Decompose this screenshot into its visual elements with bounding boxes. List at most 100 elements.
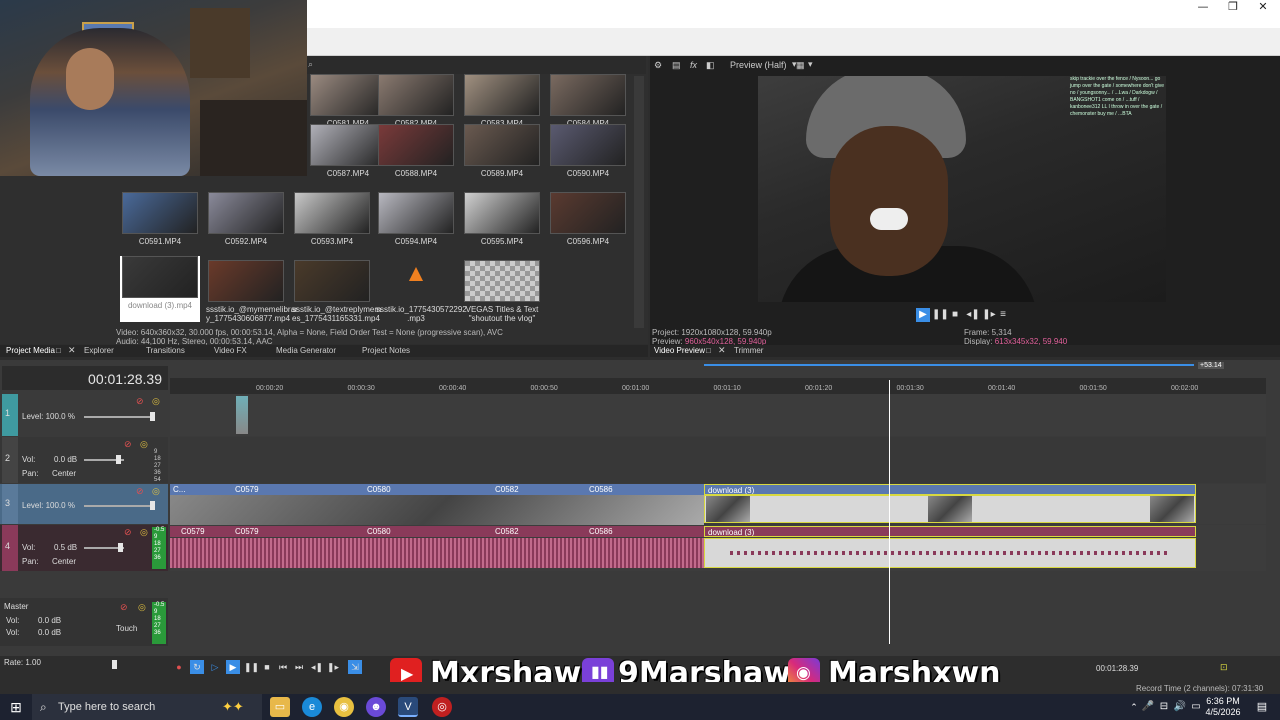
video-thumbnails[interactable]	[170, 495, 704, 525]
discord-icon[interactable]: ☻	[366, 697, 386, 717]
window-icon[interactable]: □	[706, 346, 711, 355]
record-button[interactable]: ●	[172, 660, 186, 674]
media-thumbnail[interactable]: ▲ ssstik.io_1775430572292 .mp3	[376, 260, 467, 324]
fx-icon[interactable]: fx	[690, 60, 697, 70]
track-lane-1[interactable]	[170, 394, 1266, 436]
window-icon[interactable]: □	[56, 346, 61, 355]
audio-waveform[interactable]	[170, 538, 704, 568]
media-thumbnail[interactable]: C0588.MP4	[376, 124, 456, 188]
stop-button[interactable]: ■	[260, 660, 274, 674]
notifications-icon[interactable]: ▤	[1252, 697, 1272, 717]
edge-icon[interactable]: e	[302, 697, 322, 717]
media-thumbnail[interactable]: ssstik.io_@mymemelibrar y_1775430606877.…	[206, 260, 298, 324]
restore-button[interactable]: ❐	[1216, 0, 1250, 20]
media-thumbnail[interactable]: VEGAS Titles & Text "shoutout the vlog"	[462, 260, 542, 324]
playhead[interactable]	[889, 380, 890, 644]
pause-button[interactable]: ❚❚	[932, 308, 949, 322]
video-clip-label[interactable]: download (3)	[704, 484, 1196, 495]
tab-video-preview[interactable]: Video Preview	[654, 346, 705, 355]
thumbnail-caption: VEGAS Titles & Text "shoutout the vlog"	[465, 305, 539, 323]
properties-icon[interactable]: ▤	[672, 60, 681, 71]
stop-button[interactable]: ■	[948, 308, 962, 322]
timeline-ruler[interactable]: 00:00:20 00:00:30 00:00:40 00:00:50 00:01:00…	[170, 378, 1266, 394]
go-to-end-button[interactable]: ⏭	[292, 660, 306, 674]
mute-icon[interactable]: ⊘	[136, 486, 144, 497]
media-thumbnail[interactable]: C0595.MP4	[462, 192, 542, 256]
media-thumbnail[interactable]: C0591.MP4	[120, 192, 200, 256]
media-thumbnail[interactable]: C0589.MP4	[462, 124, 542, 188]
play-button[interactable]: ▶	[916, 308, 930, 322]
media-thumbnail[interactable]: ssstik.io_@textreplymem es_1775431165331…	[292, 260, 381, 324]
loop-end-marker[interactable]: +53.14	[1198, 362, 1224, 369]
mute-icon[interactable]: ⊘	[120, 602, 128, 613]
chrome-icon[interactable]: ◉	[334, 697, 354, 717]
preview-quality-select[interactable]: Preview (Half)	[730, 60, 787, 70]
media-thumbnail[interactable]: C0594.MP4	[376, 192, 456, 256]
media-thumbnail[interactable]: C0592.MP4	[206, 192, 286, 256]
snap-button[interactable]: ⇲	[348, 660, 362, 674]
taskbar-clock[interactable]: 6:36 PM 4/5/2026	[1200, 696, 1246, 718]
next-frame-button[interactable]: ❚▸	[326, 660, 340, 674]
play-from-start-button[interactable]: ▷	[208, 660, 222, 674]
search-icon[interactable]: ⌕	[308, 59, 313, 70]
track-lane-2[interactable]	[170, 437, 1266, 483]
close-tab-icon[interactable]: ✕	[718, 345, 726, 356]
split-screen-icon[interactable]: ◧	[706, 60, 715, 71]
sparkle-icon[interactable]: ✦✦	[222, 694, 244, 720]
level-slider-knob[interactable]	[150, 501, 155, 510]
prev-frame-button[interactable]: ◂❚	[310, 660, 324, 674]
solo-icon[interactable]: ◎	[152, 396, 160, 407]
automation-mode[interactable]: Touch	[116, 624, 137, 633]
solo-icon[interactable]: ◎	[138, 602, 146, 613]
play-button[interactable]: ▶	[226, 660, 240, 674]
menu-icon[interactable]: ≡	[996, 308, 1010, 322]
tab-explorer[interactable]: Explorer	[84, 346, 114, 355]
gear-icon[interactable]: ⚙	[654, 60, 662, 71]
audio-clip-label[interactable]: download (3)	[704, 526, 1196, 537]
mute-icon[interactable]: ⊘	[124, 439, 132, 450]
vegas-icon[interactable]: V	[398, 697, 418, 717]
tab-trimmer[interactable]: Trimmer	[734, 346, 763, 355]
vol-slider-knob[interactable]	[118, 543, 123, 552]
tab-video-fx[interactable]: Video FX	[214, 346, 247, 355]
title-clip[interactable]	[236, 396, 248, 434]
mute-icon[interactable]: ⊘	[124, 527, 132, 538]
windows-start-icon[interactable]: ⊞	[6, 697, 26, 717]
chevron-down-icon[interactable]: ▾	[808, 59, 813, 70]
level-slider-knob[interactable]	[150, 412, 155, 421]
media-scrollbar[interactable]	[634, 76, 644, 328]
mute-icon[interactable]: ⊘	[136, 396, 144, 407]
pause-button[interactable]: ❚❚	[244, 660, 259, 674]
tab-transitions[interactable]: Transitions	[146, 346, 185, 355]
solo-icon[interactable]: ◎	[140, 439, 148, 450]
solo-icon[interactable]: ◎	[152, 486, 160, 497]
level-slider[interactable]	[84, 505, 154, 507]
tab-project-notes[interactable]: Project Notes	[362, 346, 410, 355]
prev-frame-button[interactable]: ◂❚	[966, 308, 980, 322]
media-thumbnail[interactable]: C0590.MP4	[548, 124, 628, 188]
next-frame-button[interactable]: ❚▸	[982, 308, 996, 322]
taskbar-search[interactable]: ⌕ Type here to search ✦✦	[32, 694, 262, 720]
file-explorer-icon[interactable]: ▭	[270, 697, 290, 717]
media-thumbnail[interactable]: download (3).mp4	[120, 256, 200, 322]
vol-slider-knob[interactable]	[116, 455, 121, 464]
overlays-icon[interactable]: ▦	[796, 60, 805, 71]
rate-slider-knob[interactable]	[112, 660, 117, 669]
loop-region[interactable]	[704, 364, 1194, 366]
loop-button[interactable]: ↻	[190, 660, 204, 674]
solo-icon[interactable]: ◎	[140, 527, 148, 538]
level-slider[interactable]	[84, 416, 154, 418]
media-thumbnail[interactable]: C0596.MP4	[548, 192, 628, 256]
minimize-button[interactable]: —	[1186, 0, 1220, 20]
fit-icon[interactable]: ⊡	[1220, 662, 1228, 673]
tab-media-generator[interactable]: Media Generator	[276, 346, 336, 355]
track-lane-3[interactable]: C... C0579 C0580 C0582 C0586 download (3…	[170, 484, 1266, 525]
tab-project-media[interactable]: Project Media	[6, 346, 55, 355]
close-button[interactable]: ✕	[1246, 0, 1280, 20]
close-tab-icon[interactable]: ✕	[68, 345, 76, 356]
media-thumbnail[interactable]: C0593.MP4	[292, 192, 372, 256]
obs-icon[interactable]: ◎	[432, 697, 452, 717]
track-lane-4[interactable]: C0579 C0579 C0580 C0582 C0586 download (…	[170, 525, 1266, 571]
go-to-start-button[interactable]: ⏮	[276, 660, 290, 674]
ruler-tick-label: 00:00:20	[256, 385, 284, 392]
